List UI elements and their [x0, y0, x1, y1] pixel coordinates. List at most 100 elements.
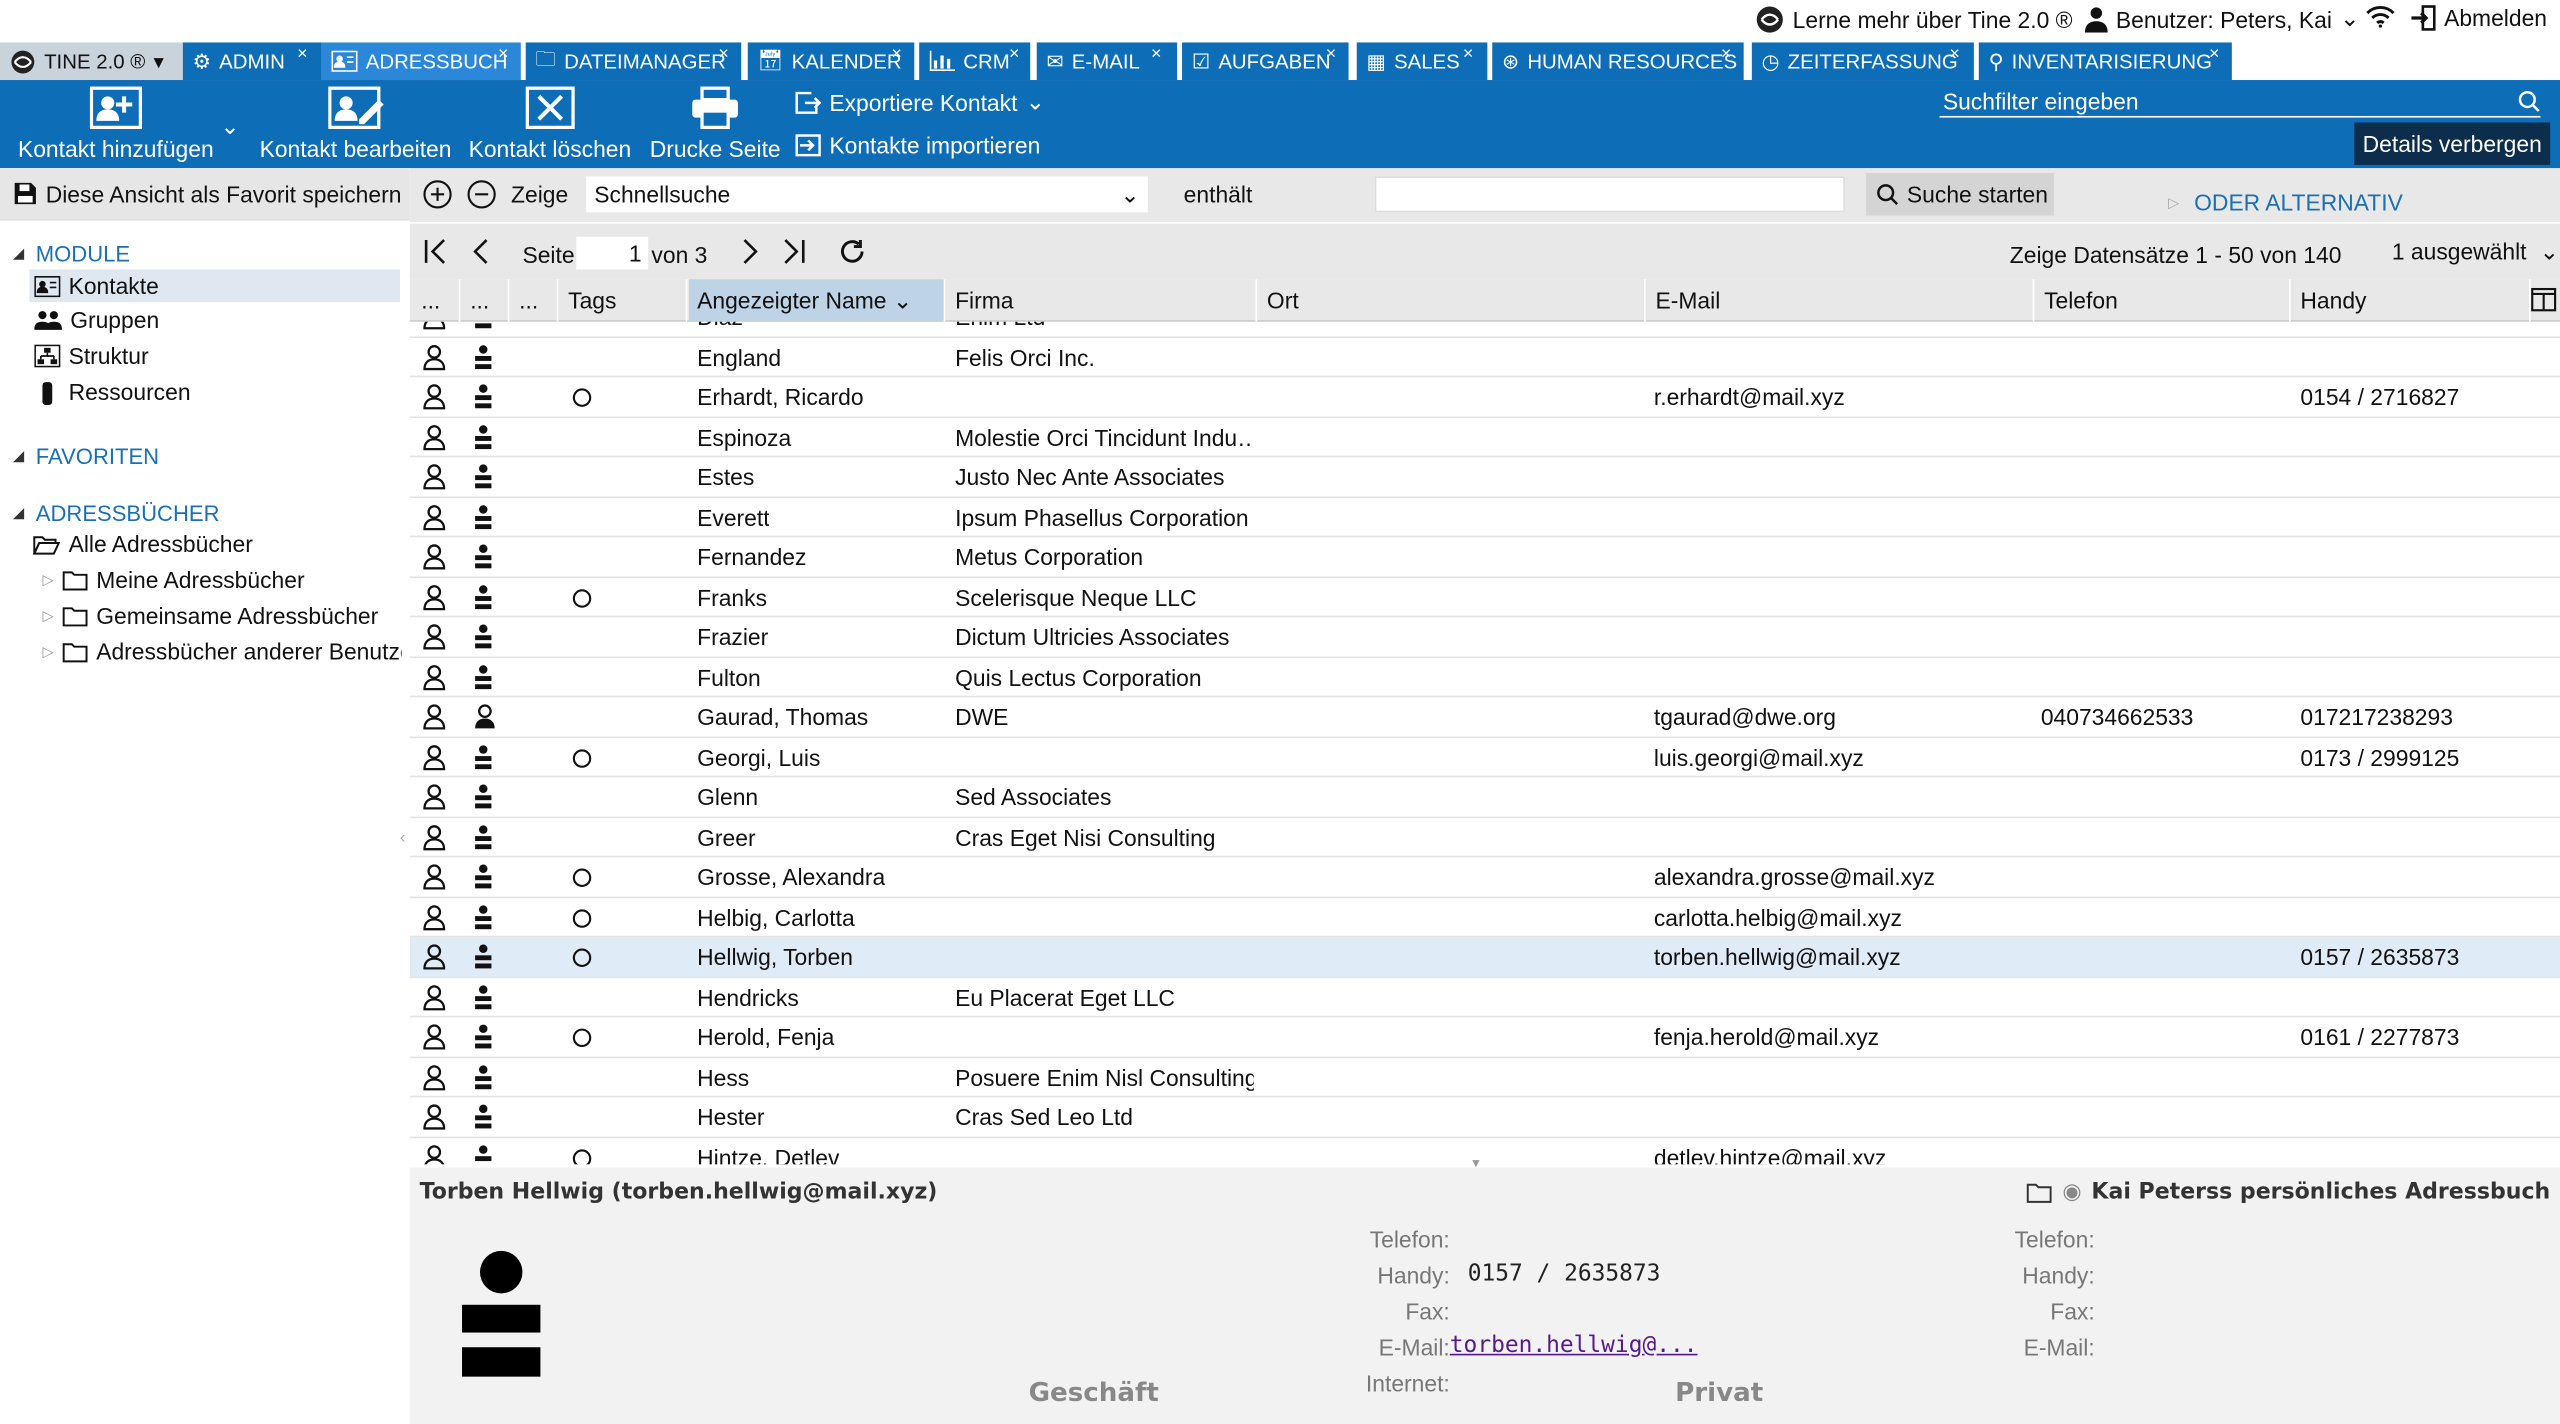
col-header-misc[interactable]: ... [511, 279, 559, 322]
table-row[interactable]: Herold, Fenja fenja.herold@mail.xyz 0161 /… [409, 1017, 2560, 1058]
table-row[interactable]: Hendricks Eu Placerat Eget LLC [409, 977, 2560, 1018]
col-header-telefon[interactable]: Telefon [2036, 279, 2291, 322]
selection-menu[interactable]: 1 ausgewählt ⌄ [2392, 238, 2559, 266]
col-header-handy[interactable]: Handy [2292, 279, 2531, 322]
table-row[interactable]: Everett Ipsum Phasellus Corporation [409, 497, 2560, 538]
table-row[interactable]: Hester Cras Sed Leo Ltd [409, 1097, 2560, 1138]
sidebar-item-gruppen[interactable]: Gruppen [34, 307, 159, 333]
sidebar-splitter[interactable]: ‹ [400, 830, 408, 879]
col-header-type[interactable]: ... [413, 279, 461, 322]
tab-adressbuch[interactable]: ADRESSBUCH × [321, 42, 521, 81]
search-filter-input[interactable]: Suchfilter eingeben [1939, 85, 2541, 118]
tab-crm[interactable]: CRM × [919, 42, 1031, 81]
refresh-icon[interactable] [839, 238, 865, 264]
col-header-firma[interactable]: Firma [947, 279, 1258, 322]
col-header-tags[interactable]: Tags [560, 279, 688, 322]
addressbooks-section-header[interactable]: ◢ ADRESSBÜCHER [13, 501, 219, 525]
col-header-private[interactable]: ... [462, 279, 510, 322]
business-email-link[interactable]: torben.hellwig@... [1450, 1333, 1698, 1359]
tab-sales[interactable]: ▦ SALES × [1356, 42, 1488, 81]
learn-more-link[interactable]: Lerne mehr über Tine 2.0 ® [1755, 5, 2073, 34]
tab-dateimanager[interactable]: 🗀 DATEIMANAGER × [525, 42, 742, 81]
tree-item-my-addressbooks[interactable]: ▷ Meine Adressbücher [42, 567, 304, 593]
cell-name: Everett [697, 503, 770, 530]
tab-tine[interactable]: TINE 2.0 ® ▾ [0, 42, 183, 81]
table-row[interactable]: Hellwig, Torben torben.hellwig@mail.xyz 01… [409, 937, 2560, 978]
contact-icon [473, 504, 493, 530]
prev-page-icon[interactable] [472, 238, 492, 264]
page-number-input[interactable]: 1 [576, 236, 649, 270]
favorites-section-header[interactable]: ◢ FAVORITEN [13, 444, 159, 468]
tab-kalender[interactable]: 📅︎ KALENDER × [747, 42, 915, 81]
tab-human-resources[interactable]: ⊛ HUMAN RESOURCES × [1492, 42, 1744, 81]
save-favorite-button[interactable]: Diese Ansicht als Favorit speichern [0, 168, 410, 221]
table-row[interactable]: Greer Cras Eget Nisi Consulting [409, 817, 2560, 858]
close-icon[interactable]: × [718, 44, 729, 64]
tree-item-other-users-addressbooks[interactable]: ▷ Adressbücher anderer Benutzer [42, 639, 401, 665]
save-favorite-label: Diese Ansicht als Favorit speichern [45, 180, 402, 207]
delete-contact-button[interactable]: Kontakt löschen [469, 86, 631, 162]
tab-zeiterfassung[interactable]: ◷ ZEITERFASSUNG × [1751, 42, 1974, 81]
add-contact-dropdown[interactable]: ⌄ [220, 113, 239, 141]
remove-filter-icon[interactable] [467, 180, 496, 209]
close-icon[interactable]: × [1949, 44, 1960, 64]
column-chooser-icon[interactable] [2531, 287, 2557, 312]
user-account-icon [473, 704, 496, 730]
add-contact-button[interactable]: Kontakt hinzufügen [18, 86, 214, 162]
sidebar-item-kontakte[interactable]: Kontakte [29, 269, 400, 303]
close-icon[interactable]: × [2209, 44, 2220, 64]
tree-item-shared-addressbooks[interactable]: ▷ Gemeinsame Adressbücher [42, 603, 378, 629]
close-icon[interactable]: × [891, 44, 902, 64]
table-row[interactable]: Fernandez Metus Corporation [409, 537, 2560, 578]
next-page-icon[interactable] [740, 238, 760, 264]
table-row[interactable]: Glenn Sed Associates [409, 777, 2560, 818]
tab-email[interactable]: ✉ E-MAIL × [1036, 42, 1178, 81]
or-alternative-toggle[interactable]: ▷ ODER ALTERNATIV [2168, 189, 2403, 215]
table-row[interactable]: Fulton Quis Lectus Corporation [409, 657, 2560, 698]
sidebar-item-struktur[interactable]: Struktur [34, 343, 149, 369]
sidebar-item-ressourcen[interactable]: Ressourcen [34, 379, 191, 405]
close-icon[interactable]: × [1721, 44, 1732, 64]
filter-operator[interactable]: enthält [1184, 181, 1253, 207]
export-contact-button[interactable]: Exportiere Kontakt ⌄ [795, 88, 1045, 116]
table-row[interactable]: Diaz Enim Ltd [409, 321, 2560, 338]
logout-button[interactable]: Abmelden [2410, 5, 2547, 31]
filter-field-select[interactable]: Schnellsuche ⌄ [586, 176, 1148, 213]
tab-admin[interactable]: ⚙ ADMIN × [182, 42, 322, 81]
cell-name: Helbig, Carlotta [697, 903, 855, 931]
first-page-icon[interactable] [423, 238, 449, 264]
close-icon[interactable]: × [297, 44, 308, 64]
table-row[interactable]: Hess Posuere Enim Nisl Consulting [409, 1057, 2560, 1098]
search-start-button[interactable]: Suche starten [1866, 173, 2054, 216]
tree-item-all-addressbooks[interactable]: Alle Adressbücher [32, 531, 253, 557]
table-row[interactable]: Grosse, Alexandra alexandra.grosse@mail.x… [409, 857, 2560, 898]
table-row[interactable]: Franks Scelerisque Neque LLC [409, 577, 2560, 618]
close-icon[interactable]: × [1463, 44, 1474, 64]
add-filter-icon[interactable] [423, 180, 452, 209]
module-section-header[interactable]: ◢ MODULE [13, 242, 130, 266]
user-menu[interactable]: Benutzer: Peters, Kai ⌄ [2084, 5, 2359, 33]
edit-contact-button[interactable]: Kontakt bearbeiten [260, 86, 451, 162]
table-row[interactable]: Erhardt, Ricardo r.erhardt@mail.xyz 0154 /… [409, 377, 2560, 418]
table-row[interactable]: England Felis Orci Inc. [409, 337, 2560, 378]
table-row[interactable]: Espinoza Molestie Orci Tincidunt Indu… [409, 417, 2560, 458]
tab-inventarisierung[interactable]: ⚲ INVENTARISIERUNG × [1978, 42, 2232, 81]
print-button[interactable]: Drucke Seite [650, 86, 781, 162]
close-icon[interactable]: × [498, 44, 509, 64]
close-icon[interactable]: × [1009, 44, 1020, 64]
filter-value-input[interactable] [1374, 176, 1845, 213]
table-row[interactable]: Helbig, Carlotta carlotta.helbig@mail.xyz [409, 897, 2560, 938]
col-header-name[interactable]: Angezeigter Name ⌄ [688, 279, 946, 322]
close-icon[interactable]: × [1151, 44, 1162, 64]
table-row[interactable]: Frazier Dictum Ultricies Associates [409, 617, 2560, 658]
hide-details-button[interactable]: Details verbergen [2354, 122, 2551, 165]
last-page-icon[interactable] [780, 238, 806, 264]
table-row[interactable]: Gaurad, Thomas DWE tgaurad@dwe.org 04073466… [409, 697, 2560, 738]
col-header-ort[interactable]: Ort [1259, 279, 1646, 322]
tab-aufgaben[interactable]: ☑ AUFGABEN × [1182, 42, 1349, 81]
col-header-email[interactable]: E-Mail [1647, 279, 2035, 322]
import-contacts-button[interactable]: Kontakte importieren [795, 132, 1040, 158]
table-row[interactable]: Estes Justo Nec Ante Associates [409, 457, 2560, 498]
table-row[interactable]: Georgi, Luis luis.georgi@mail.xyz 0173 / 2… [409, 737, 2560, 778]
close-icon[interactable]: × [1326, 44, 1337, 64]
